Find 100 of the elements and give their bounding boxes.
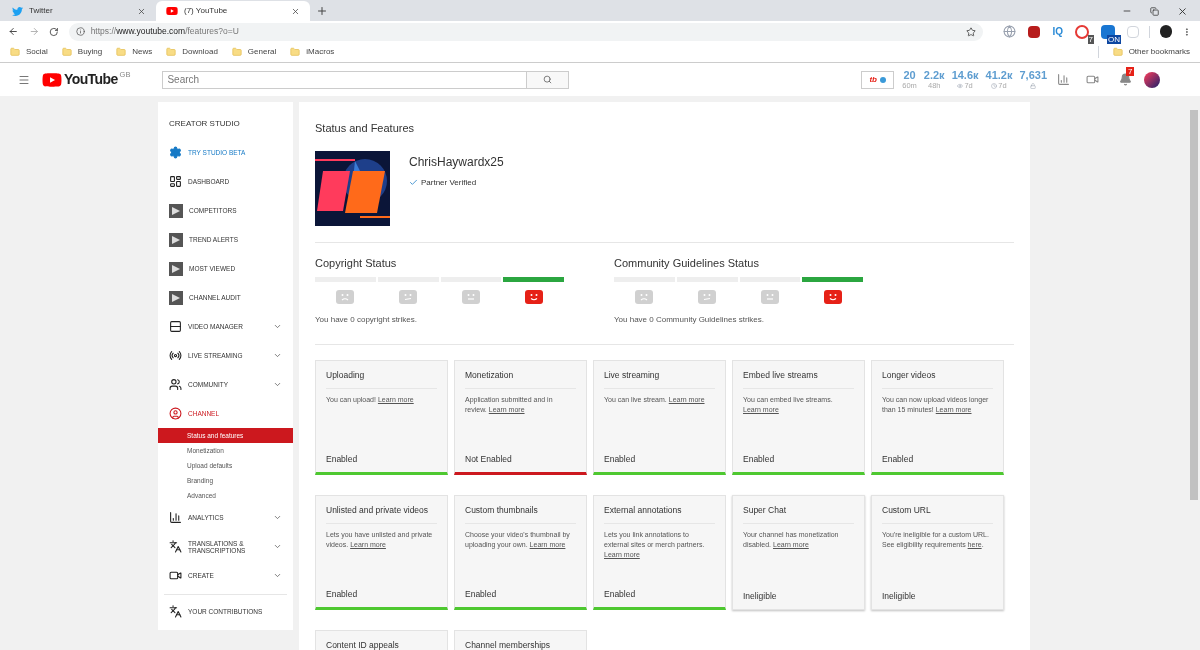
face-icon (336, 290, 355, 304)
stats-widget[interactable]: tb (861, 70, 895, 89)
eye-icon (957, 82, 964, 89)
folder-icon (61, 47, 72, 57)
folder-icon (10, 47, 20, 57)
folder-icon (1112, 47, 1123, 57)
search-icon (543, 75, 553, 84)
forward-icon[interactable] (28, 26, 40, 37)
reload-icon[interactable] (49, 26, 59, 37)
section-title: Copyright Status (315, 255, 398, 271)
search-button[interactable] (527, 70, 570, 89)
bookmark[interactable]: iMacros (290, 46, 335, 58)
restore-icon[interactable] (1150, 6, 1159, 16)
new-tab-icon[interactable] (316, 5, 328, 17)
chevron-icon[interactable] (273, 542, 282, 551)
feature-status: Enabled (604, 588, 637, 601)
stat-value: 2.2к (923, 70, 945, 81)
globe-icon[interactable] (1003, 25, 1017, 38)
bookmark[interactable]: Social (10, 46, 48, 58)
translate-icon (169, 540, 182, 553)
analytics-icon[interactable] (1057, 73, 1070, 86)
extension-icon[interactable]: IQ (1052, 24, 1064, 39)
back-icon[interactable] (8, 26, 19, 37)
feature-status: Enabled (882, 453, 915, 466)
close-icon[interactable] (1177, 5, 1188, 17)
dashboard-icon (169, 175, 182, 188)
broadcast-icon (169, 349, 182, 362)
notification-badge: 7 (1126, 67, 1135, 76)
bookmark[interactable]: Download (166, 46, 218, 58)
smiley-icon (823, 290, 842, 304)
feature-title: Custom URL (882, 504, 993, 524)
bookmark[interactable]: General (231, 46, 277, 58)
folder-icon (231, 47, 242, 57)
browser-tab[interactable]: Twitter (2, 1, 156, 21)
info-icon (75, 27, 85, 36)
feature-title: Embed live streams (743, 369, 854, 389)
folder-icon (166, 47, 177, 57)
star-icon[interactable] (966, 26, 977, 37)
feature-title: Custom thumbnails (465, 504, 576, 524)
feature-status: Ineligible (743, 590, 778, 603)
check-icon (409, 178, 418, 187)
bookmark[interactable]: Other bookmarks (1112, 46, 1190, 58)
feature-status: Enabled (326, 453, 359, 466)
chevron-icon[interactable] (273, 322, 282, 331)
feature-title: Super Chat (743, 504, 854, 524)
feature-status: Not Enabled (465, 453, 513, 466)
scrollbar-thumb[interactable] (1190, 110, 1198, 500)
bookmark[interactable]: Buying (61, 46, 103, 58)
verified-label: Partner Verified (421, 176, 477, 189)
extension-icon[interactable] (1028, 25, 1041, 38)
chevron-icon[interactable] (273, 380, 282, 389)
plugin-icon (169, 290, 183, 305)
page-title: Status and Features (315, 121, 416, 136)
face-icon (698, 290, 717, 304)
feature-status: Enabled (326, 588, 359, 601)
face-icon (760, 290, 779, 304)
search-field[interactable]: Search (162, 70, 528, 89)
profile-avatar[interactable] (1160, 25, 1173, 38)
camera-icon (169, 569, 182, 582)
plugin-icon (169, 261, 183, 276)
stat-value: 41.2к (985, 70, 1013, 81)
address-field[interactable]: https://www.youtube.com/features?o=U (68, 22, 984, 41)
bookmark[interactable]: News (116, 46, 153, 58)
folder-icon (290, 47, 301, 57)
chevron-icon[interactable] (273, 571, 282, 580)
browser-tab[interactable]: (7) YouTube (156, 1, 310, 21)
menu-icon[interactable] (18, 73, 30, 86)
chevron-icon[interactable] (273, 513, 282, 522)
feature-title: External annotations (604, 504, 715, 524)
bell-icon[interactable] (1119, 73, 1132, 86)
person-icon (169, 407, 182, 420)
section-title: Community Guidelines Status (614, 255, 760, 271)
play-icon (166, 5, 178, 17)
extension-badge: ON (1107, 34, 1122, 44)
sidebar-title: CREATOR STUDIO (168, 118, 241, 130)
close-icon[interactable] (137, 6, 146, 16)
feature-title: Uploading (326, 369, 437, 389)
feature-status: Ineligible (882, 590, 917, 603)
stat-value: 7,631 (1019, 70, 1047, 81)
feature-title: Channel memberships (465, 639, 576, 650)
translate-icon (169, 605, 182, 618)
settings-icon (169, 146, 182, 159)
rows-icon (169, 320, 182, 333)
feature-title: Content ID appeals (326, 639, 437, 650)
feature-title: Longer videos (882, 369, 993, 389)
camera-icon[interactable] (1086, 73, 1099, 86)
close-icon[interactable] (291, 6, 300, 16)
bird-icon (12, 5, 23, 17)
strike-message: You have 0 Community Guidelines strikes. (614, 314, 765, 326)
chevron-icon[interactable] (273, 351, 282, 360)
feature-title: Live streaming (604, 369, 715, 389)
feature-title: Unlisted and private videos (326, 504, 437, 524)
face-icon (399, 290, 418, 304)
feature-status: Enabled (465, 588, 498, 601)
channel-avatar[interactable] (1144, 71, 1160, 88)
clock-icon (991, 82, 998, 89)
extension-icon[interactable] (1101, 24, 1116, 39)
extension-badge: 7 (1087, 34, 1095, 44)
channel-name: ChrisHaywardx25 (409, 153, 504, 171)
smiley-icon (524, 290, 543, 304)
